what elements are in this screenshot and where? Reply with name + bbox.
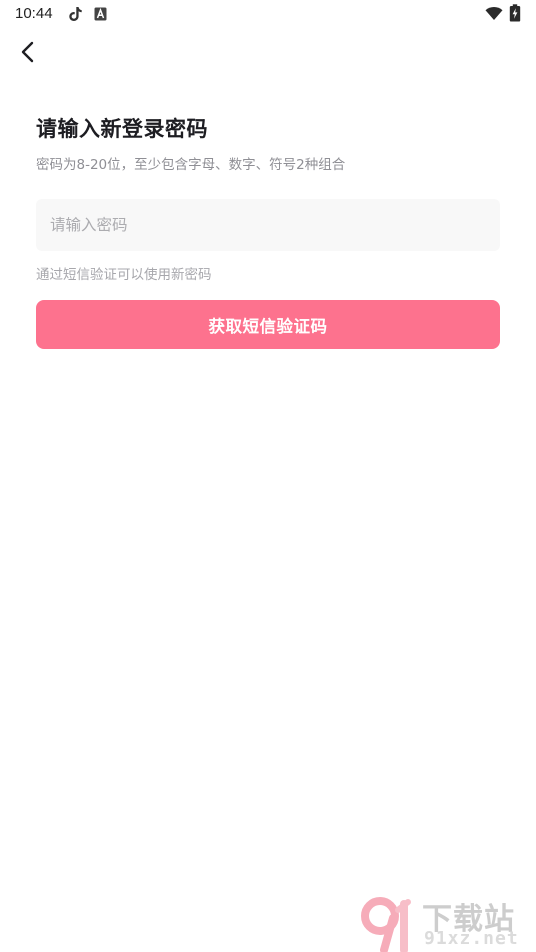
chevron-left-icon (21, 41, 34, 63)
battery-charging-icon (509, 4, 521, 26)
sms-hint-text: 通过短信验证可以使用新密码 (36, 267, 212, 283)
font-app-icon (94, 6, 107, 25)
status-bar: 10:44 (0, 0, 536, 28)
status-time: 10:44 (15, 5, 53, 22)
tiktok-icon (68, 6, 83, 26)
wifi-icon (485, 6, 503, 25)
back-button[interactable] (12, 36, 44, 68)
watermark: 下载站 91xz.net (360, 892, 534, 952)
password-rule-text: 密码为8-20位，至少包含字母、数字、符号2种组合 (36, 157, 346, 173)
password-input[interactable] (36, 199, 500, 251)
get-sms-code-button[interactable]: 获取短信验证码 (36, 300, 500, 349)
page-title: 请输入新登录密码 (36, 117, 208, 141)
watermark-logo-icon (361, 897, 411, 952)
watermark-domain: 91xz.net (424, 928, 519, 949)
